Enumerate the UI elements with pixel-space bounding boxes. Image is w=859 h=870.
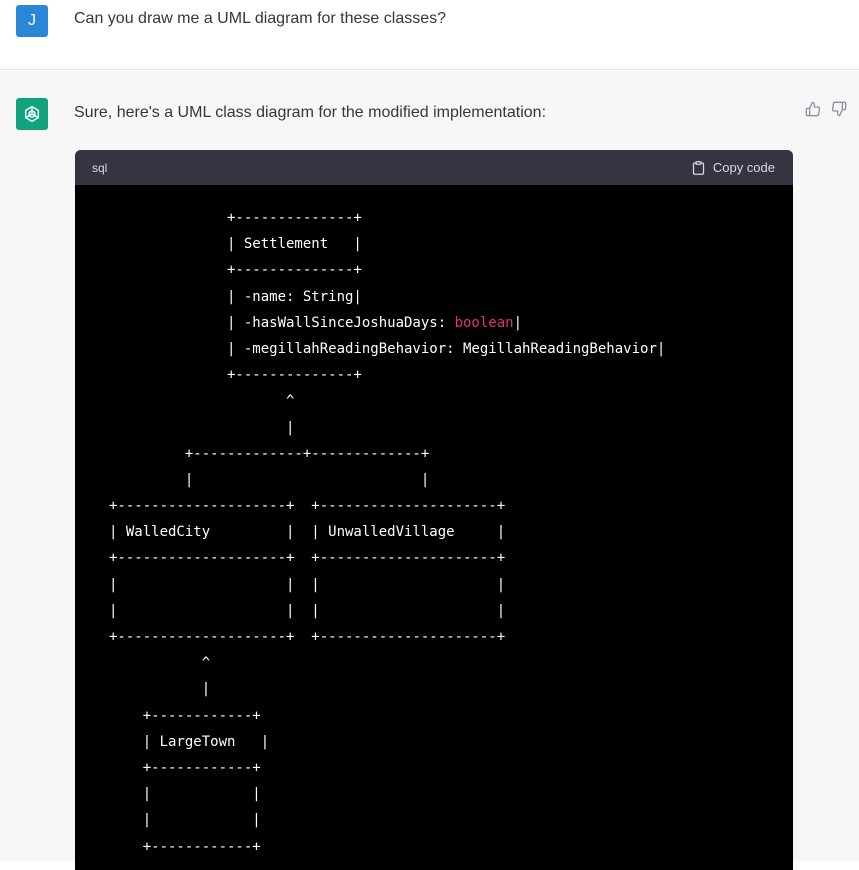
- code-text: | LargeTown |: [109, 733, 270, 750]
- code-text: | |: [109, 471, 430, 488]
- code-text: | -name: String|: [109, 288, 362, 305]
- code-text: | -hasWallSinceJoshuaDays:: [109, 314, 455, 331]
- code-header: sql Copy code: [75, 150, 793, 185]
- user-message-text: Can you draw me a UML diagram for these …: [74, 10, 447, 27]
- code-text: | |: [109, 812, 261, 829]
- code-line: ^: [109, 650, 793, 676]
- code-line: | -hasWallSinceJoshuaDays: boolean|: [109, 310, 793, 336]
- thumbs-up-icon: [805, 101, 821, 117]
- code-line: +--------------+: [109, 257, 793, 283]
- code-content: +--------------+ | Settlement | +-------…: [75, 185, 793, 860]
- thumbs-down-icon: [831, 101, 847, 117]
- code-keyword: boolean: [454, 314, 514, 331]
- code-line: | |: [109, 781, 793, 807]
- code-text: +--------------------+ +----------------…: [109, 629, 506, 645]
- code-line: | -name: String|: [109, 284, 793, 310]
- code-line: | | | |: [109, 598, 793, 624]
- code-text: | | | |: [109, 602, 506, 619]
- code-text: +-------------+-------------+: [109, 445, 430, 462]
- code-line: +--------------------+ +----------------…: [109, 545, 793, 571]
- code-block: sql Copy code +--------------+ | Settlem…: [75, 150, 793, 870]
- code-line: |: [109, 415, 793, 441]
- code-line: +--------------+: [109, 362, 793, 388]
- code-line: +------------+: [109, 755, 793, 781]
- assistant-avatar: [16, 98, 48, 130]
- code-language-label: sql: [92, 160, 108, 175]
- code-text: +--------------+: [109, 367, 362, 384]
- copy-code-label: Copy code: [712, 160, 775, 175]
- code-line: | WalledCity | | UnwalledVillage |: [109, 519, 793, 545]
- clipboard-icon: [692, 160, 704, 175]
- code-text: | Settlement |: [109, 236, 362, 253]
- code-text: |: [109, 419, 295, 436]
- code-text: | -megillahReadingBehavior: MegillahRead…: [109, 340, 666, 357]
- code-line: | | | |: [109, 572, 793, 598]
- code-text: |: [109, 681, 211, 698]
- code-text: ^: [109, 393, 295, 410]
- code-line: +--------------+: [109, 205, 793, 231]
- code-line: +--------------------+ +----------------…: [109, 493, 793, 519]
- code-text: +------------+: [109, 707, 261, 724]
- code-text: +------------+: [109, 759, 261, 776]
- code-text: ^: [109, 655, 211, 672]
- code-line: | LargeTown |: [109, 729, 793, 755]
- openai-logo-icon: [24, 105, 40, 123]
- code-line: | |: [109, 467, 793, 493]
- code-line: +------------+: [109, 703, 793, 729]
- user-message-row: J Can you draw me a UML diagram for thes…: [0, 0, 859, 70]
- feedback-buttons: [805, 101, 847, 117]
- code-text: +--------------------+ +----------------…: [109, 498, 506, 515]
- code-line: +--------------------+ +----------------…: [109, 624, 793, 650]
- assistant-message-text: Sure, here's a UML class diagram for the…: [74, 104, 547, 121]
- code-line: | Settlement |: [109, 231, 793, 257]
- assistant-message-row: Sure, here's a UML class diagram for the…: [0, 71, 859, 870]
- copy-code-button[interactable]: Copy code: [691, 160, 775, 176]
- thumbs-down-button[interactable]: [831, 101, 847, 117]
- code-text: |: [513, 314, 523, 331]
- code-text: | | | |: [109, 576, 506, 593]
- code-text: +--------------+: [109, 262, 362, 279]
- user-avatar: J: [16, 5, 48, 37]
- code-line: |: [109, 676, 793, 702]
- code-line: ^: [109, 388, 793, 414]
- code-text: | |: [109, 786, 261, 803]
- code-line: | |: [109, 807, 793, 833]
- code-text: +--------------------+ +----------------…: [109, 550, 506, 567]
- thumbs-up-button[interactable]: [805, 101, 821, 117]
- code-text: +------------+: [109, 838, 261, 855]
- code-text: | WalledCity | | UnwalledVillage |: [109, 524, 506, 541]
- code-line: +-------------+-------------+: [109, 441, 793, 467]
- code-line: +------------+: [109, 834, 793, 860]
- code-text: +--------------+: [109, 210, 362, 226]
- code-line: | -megillahReadingBehavior: MegillahRead…: [109, 336, 793, 362]
